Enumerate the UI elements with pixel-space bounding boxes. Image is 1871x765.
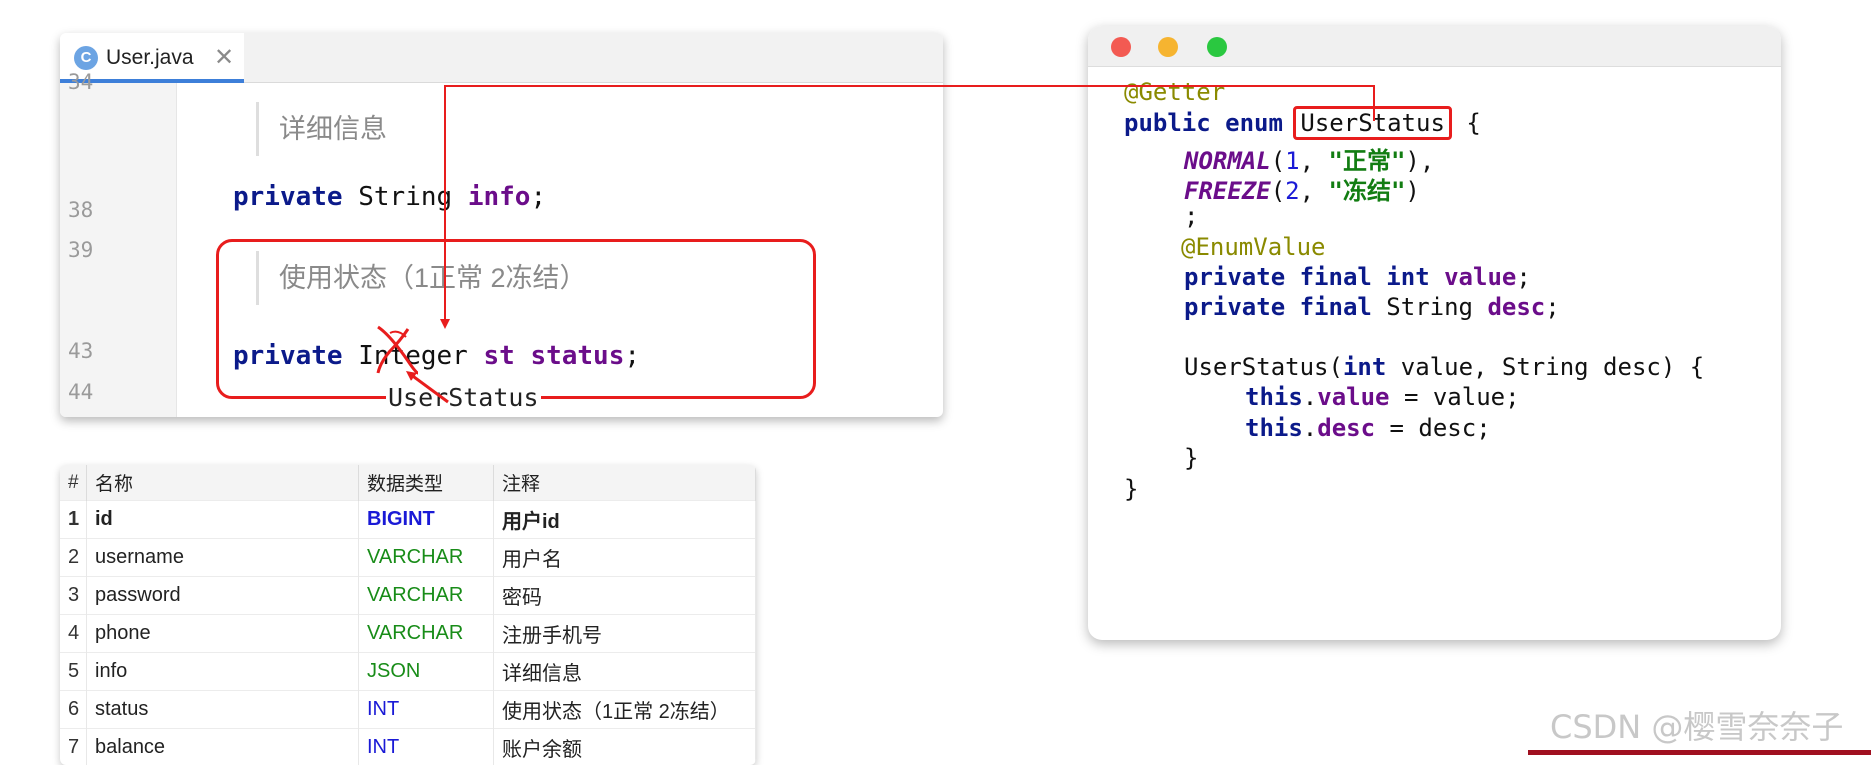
enum-constant: FREEZE	[1184, 177, 1271, 205]
table-row[interactable]: 4 phone VARCHAR 注册手机号	[60, 615, 756, 653]
window-title-bar	[1088, 26, 1781, 67]
column-name: balance	[87, 729, 359, 765]
column-type: JSON	[359, 653, 494, 691]
minimize-window-icon[interactable]	[1158, 37, 1178, 57]
keyword: private final	[1184, 293, 1372, 321]
column-comment: 使用状态（1正常 2冻结）	[494, 691, 756, 729]
number-literal: 2	[1285, 177, 1299, 205]
row-index: 3	[60, 577, 87, 615]
column-type: VARCHAR	[359, 577, 494, 615]
param-name: value	[1433, 383, 1505, 411]
keyword: int	[1343, 353, 1386, 381]
code-line: @Getter	[1124, 78, 1225, 106]
code-line: public enum UserStatus {	[1124, 109, 1481, 137]
column-name: id	[87, 501, 359, 539]
header-name: 名称	[87, 465, 359, 501]
column-name: password	[87, 577, 359, 615]
annotation: @EnumValue	[1181, 233, 1326, 261]
row-index: 7	[60, 729, 87, 765]
brace: {	[1466, 109, 1480, 137]
table-row[interactable]: 5 info JSON 详细信息	[60, 653, 756, 691]
table-row[interactable]: 3 password VARCHAR 密码	[60, 577, 756, 615]
header-type: 数据类型	[359, 465, 494, 501]
row-index: 5	[60, 653, 87, 691]
column-name: username	[87, 539, 359, 577]
type-name: String	[1386, 293, 1473, 321]
column-comment: 用户id	[494, 501, 756, 539]
column-comment: 用户名	[494, 539, 756, 577]
row-index: 6	[60, 691, 87, 729]
brace: }	[1124, 475, 1138, 503]
table-row[interactable]: 2 username VARCHAR 用户名	[60, 539, 756, 577]
code-line: FREEZE(2, "冻结")	[1184, 171, 1420, 206]
field-name: value	[1444, 263, 1516, 291]
field-name: value	[1317, 383, 1389, 411]
semicolon: ;	[1184, 202, 1198, 230]
accent-bar	[1528, 750, 1871, 755]
header-index: #	[60, 465, 87, 501]
column-comment: 注册手机号	[494, 615, 756, 653]
close-window-icon[interactable]	[1111, 37, 1131, 57]
column-type: INT	[359, 691, 494, 729]
column-comment: 详细信息	[494, 653, 756, 691]
field-name: desc	[1487, 293, 1545, 321]
column-type: VARCHAR	[359, 539, 494, 577]
code-line: this.desc = desc;	[1245, 414, 1491, 442]
constructor-name: UserStatus	[1184, 353, 1329, 381]
row-index: 1	[60, 501, 87, 539]
maximize-window-icon[interactable]	[1207, 37, 1227, 57]
column-name: phone	[87, 615, 359, 653]
replacement-type-label: UserStatus	[386, 383, 541, 412]
code-line: this.value = value;	[1245, 383, 1520, 411]
keyword: this	[1245, 414, 1303, 442]
watermark: CSDN @樱雪奈奈子	[1550, 702, 1843, 748]
database-columns-table: # 名称 数据类型 注释 1 id BIGINT 用户id 2 username…	[60, 465, 756, 765]
brace: }	[1184, 444, 1198, 472]
table-header-row: # 名称 数据类型 注释	[60, 465, 756, 501]
annotation: @Getter	[1124, 78, 1225, 106]
code-line: }	[1124, 475, 1138, 503]
keyword: this	[1245, 383, 1303, 411]
code-line: private final String desc;	[1184, 293, 1560, 321]
code-line: UserStatus(int value, String desc) {	[1184, 353, 1704, 381]
code-line: ;	[1184, 202, 1198, 230]
field-name: desc	[1317, 414, 1375, 442]
table-row[interactable]: 7 balance INT 账户余额	[60, 729, 756, 765]
table-row[interactable]: 1 id BIGINT 用户id	[60, 501, 756, 539]
column-type: INT	[359, 729, 494, 765]
column-comment: 密码	[494, 577, 756, 615]
code-line: @EnumValue	[1181, 233, 1326, 261]
keyword: private final int	[1184, 263, 1430, 291]
constructor-params: value, String desc) {	[1401, 353, 1704, 381]
keyword: public enum	[1124, 109, 1283, 137]
enum-code-window: @Getter public enum UserStatus { NORMAL(…	[1088, 26, 1781, 640]
table-row[interactable]: 6 status INT 使用状态（1正常 2冻结）	[60, 691, 756, 729]
code-line: private final int value;	[1184, 263, 1531, 291]
column-type: BIGINT	[359, 501, 494, 539]
column-name: status	[87, 691, 359, 729]
param-name: desc	[1418, 414, 1476, 442]
column-type: VARCHAR	[359, 615, 494, 653]
column-comment: 账户余额	[494, 729, 756, 765]
strike-cross-icon	[60, 33, 943, 417]
row-index: 2	[60, 539, 87, 577]
enum-name-highlight: UserStatus	[1293, 106, 1452, 140]
string-literal: "冻结"	[1329, 177, 1406, 205]
code-editor-panel: C User.java ✕ 34 38 39 43 44 详细信息 privat…	[60, 33, 943, 417]
row-index: 4	[60, 615, 87, 653]
column-name: info	[87, 653, 359, 691]
code-line: }	[1184, 444, 1198, 472]
header-comment: 注释	[494, 465, 756, 501]
